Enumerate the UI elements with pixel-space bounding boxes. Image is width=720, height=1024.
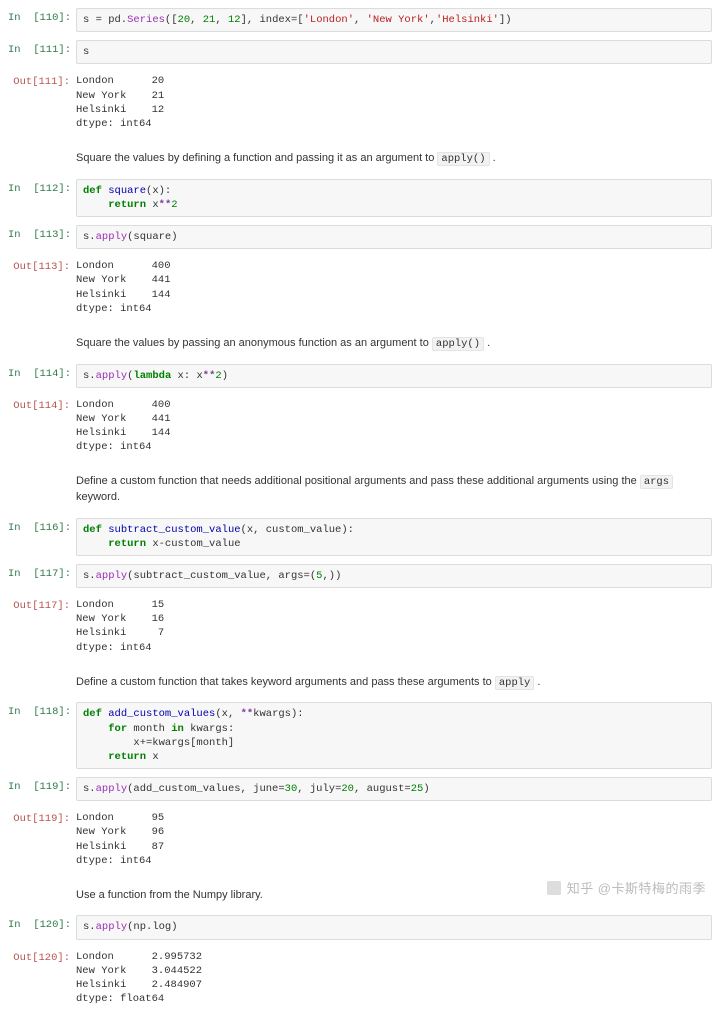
prompt-in: In [111]: [8,40,76,64]
markdown-text: Square the values by defining a function… [76,141,712,177]
output-text: London 2.995732 New York 3.044522 Helsin… [76,948,712,1009]
cell: In [117]:s.apply(subtract_custom_value, … [8,564,712,588]
prompt-in: In [117]: [8,564,76,588]
cell: In [114]:s.apply(lambda x: x**2) [8,364,712,388]
prompt-out: Out[119]: [8,809,76,870]
watermark: 知乎 @卡斯特梅的雨季 [547,878,706,897]
md-text: Square the values by passing an anonymou… [76,337,432,349]
cell: Out[111]:London 20 New York 21 Helsinki … [8,72,712,133]
prompt-in: In [119]: [8,777,76,801]
code-input[interactable]: s.apply(add_custom_values, june=30, july… [76,777,712,801]
cell: In [116]:def subtract_custom_value(x, cu… [8,518,712,556]
prompt-out: Out[113]: [8,257,76,318]
prompt-in: In [110]: [8,8,76,32]
code-input[interactable]: s.apply(square) [76,225,712,249]
prompt-out: Out[120]: [8,948,76,1009]
cell: In [111]:s [8,40,712,64]
markdown-text: Define a custom function that needs addi… [76,464,712,515]
prompt-blank [8,464,76,515]
md-tail: keyword. [76,491,120,503]
prompt-blank [8,326,76,362]
cell: In [118]:def add_custom_values(x, **kwar… [8,702,712,769]
code-input[interactable]: s [76,40,712,64]
code-input[interactable]: def add_custom_values(x, **kwargs): for … [76,702,712,769]
cell: In [113]:s.apply(square) [8,225,712,249]
md-tail: . [484,337,490,349]
cell: In [110]:s = pd.Series([20, 21, 12], ind… [8,8,712,32]
cell: Out[113]:London 400 New York 441 Helsink… [8,257,712,318]
zhihu-icon [547,881,561,895]
prompt-out: Out[111]: [8,72,76,133]
prompt-in: In [118]: [8,702,76,769]
cell: In [112]:def square(x): return x**2 [8,179,712,217]
prompt-in: In [112]: [8,179,76,217]
cell: Out[117]:London 15 New York 16 Helsinki … [8,596,712,657]
cell: Square the values by defining a function… [8,141,712,177]
notebook-container: In [110]:s = pd.Series([20, 21, 12], ind… [8,8,712,1016]
code-input[interactable]: s = pd.Series([20, 21, 12], index=['Lond… [76,8,712,32]
code-input[interactable]: s.apply(np.log) [76,915,712,939]
md-tail: . [534,676,540,688]
output-text: London 400 New York 441 Helsinki 144 dty… [76,257,712,318]
prompt-in: In [116]: [8,518,76,556]
prompt-blank [8,665,76,701]
prompt-in: In [114]: [8,364,76,388]
md-text: Define a custom function that takes keyw… [76,676,495,688]
cell: Out[120]:London 2.995732 New York 3.0445… [8,948,712,1009]
markdown-text: Square the values by passing an anonymou… [76,326,712,362]
prompt-in: In [113]: [8,225,76,249]
cell: Define a custom function that needs addi… [8,464,712,515]
cell: Square the values by passing an anonymou… [8,326,712,362]
md-tail: . [490,152,496,164]
code-input[interactable]: s.apply(subtract_custom_value, args=(5,)… [76,564,712,588]
output-text: London 95 New York 96 Helsinki 87 dtype:… [76,809,712,870]
output-text: London 400 New York 441 Helsinki 144 dty… [76,396,712,457]
prompt-in: In [120]: [8,915,76,939]
markdown-text: Define a custom function that takes keyw… [76,665,712,701]
prompt-blank [8,878,76,913]
code-input[interactable]: def square(x): return x**2 [76,179,712,217]
prompt-out: Out[117]: [8,596,76,657]
cell: Out[114]:London 400 New York 441 Helsink… [8,396,712,457]
inline-code: args [640,475,673,489]
cell: In [119]:s.apply(add_custom_values, june… [8,777,712,801]
output-text: London 15 New York 16 Helsinki 7 dtype: … [76,596,712,657]
code-input[interactable]: s.apply(lambda x: x**2) [76,364,712,388]
code-input[interactable]: def subtract_custom_value(x, custom_valu… [76,518,712,556]
inline-code: apply() [432,337,484,351]
inline-code: apply() [437,152,489,166]
md-text: Define a custom function that needs addi… [76,475,640,487]
watermark-text: 知乎 @卡斯特梅的雨季 [567,878,706,897]
output-text: London 20 New York 21 Helsinki 12 dtype:… [76,72,712,133]
cell: Define a custom function that takes keyw… [8,665,712,701]
md-text: Square the values by defining a function… [76,152,437,164]
cell: Out[119]:London 95 New York 96 Helsinki … [8,809,712,870]
prompt-out: Out[114]: [8,396,76,457]
cell: In [120]:s.apply(np.log) [8,915,712,939]
prompt-blank [8,141,76,177]
inline-code: apply [495,676,535,690]
md-text: Use a function from the Numpy library. [76,889,263,901]
